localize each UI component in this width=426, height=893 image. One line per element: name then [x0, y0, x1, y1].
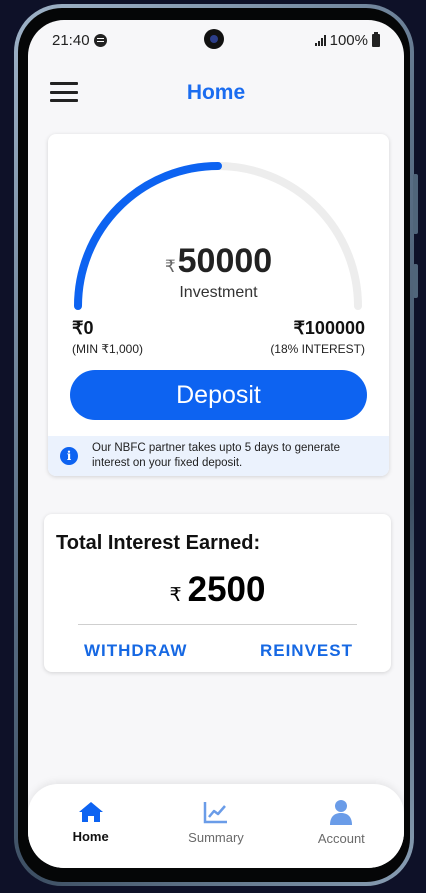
bottom-nav: Home Summary Account [28, 784, 404, 868]
info-banner: i Our NBFC partner takes upto 5 days to … [48, 436, 389, 476]
range-max: ₹100000 (18% INTEREST) [270, 318, 365, 356]
reinvest-button[interactable]: REINVEST [260, 641, 353, 661]
signal-icon [314, 34, 326, 46]
battery-percent: 100% [329, 31, 368, 49]
info-icon: i [60, 447, 78, 465]
spotify-icon [93, 33, 107, 47]
nav-item-home[interactable]: Home [46, 801, 136, 844]
deposit-button[interactable]: Deposit [70, 370, 367, 420]
status-time: 21:40 [52, 31, 90, 49]
withdraw-button[interactable]: WITHDRAW [84, 641, 187, 661]
phone-frame: 21:40 100% Home ₹50000 Investment ₹0 (MI… [14, 4, 418, 886]
person-icon [330, 799, 353, 825]
nav-item-account[interactable]: Account [296, 799, 386, 846]
battery-icon [372, 31, 380, 47]
divider [78, 624, 357, 625]
nav-label-summary: Summary [188, 829, 244, 845]
volume-button [413, 174, 418, 234]
interest-card: Total Interest Earned: ₹2500 WITHDRAW RE… [44, 514, 391, 672]
interest-currency-symbol: ₹ [169, 585, 182, 606]
investment-gauge[interactable] [48, 134, 389, 334]
chart-icon [203, 801, 227, 823]
interest-amount: ₹2500 [44, 570, 391, 610]
investment-value: 50000 [177, 242, 273, 280]
power-button [413, 264, 418, 298]
min-note: (MIN ₹1,000) [72, 342, 143, 356]
deposit-card: ₹50000 Investment ₹0 (MIN ₹1,000) ₹10000… [48, 134, 389, 476]
investment-label: Investment [179, 284, 258, 301]
interest-title: Total Interest Earned: [56, 532, 261, 554]
max-value: ₹100000 [293, 318, 365, 338]
screen: 21:40 100% Home ₹50000 Investment ₹0 (MI… [28, 20, 404, 868]
currency-symbol: ₹ [164, 257, 176, 276]
page-title: Home [186, 81, 246, 104]
info-text: Our NBFC partner takes upto 5 days to ge… [92, 442, 341, 469]
nav-label-home: Home [72, 828, 109, 844]
range-min: ₹0 (MIN ₹1,000) [72, 318, 143, 356]
interest-value: 2500 [187, 570, 266, 609]
nav-item-summary[interactable]: Summary [171, 800, 261, 845]
min-value: ₹0 [72, 318, 94, 338]
max-note: (18% INTEREST) [270, 342, 365, 356]
app-header: Home [28, 70, 404, 116]
phone-bezel: 21:40 100% Home ₹50000 Investment ₹0 (MI… [18, 8, 410, 882]
nav-label-account: Account [317, 830, 365, 846]
camera-icon [204, 29, 224, 49]
investment-amount: ₹50000 [48, 242, 389, 281]
home-icon [78, 801, 103, 822]
menu-icon[interactable] [50, 82, 78, 102]
